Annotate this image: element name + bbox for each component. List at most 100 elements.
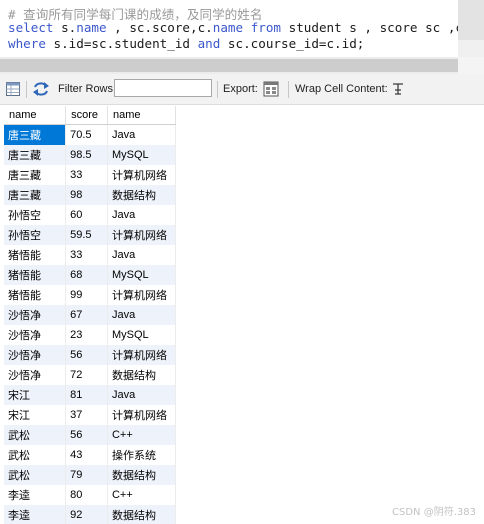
cell-score[interactable]: 37	[65, 405, 108, 425]
cell-course-name[interactable]: 计算机网络	[107, 225, 176, 245]
cell-course-name[interactable]: 数据结构	[107, 505, 176, 524]
cell-course-name[interactable]: Java	[107, 124, 176, 145]
editor-vertical-scrollbar[interactable]	[458, 0, 484, 57]
table-row[interactable]: 唐三藏 98 数据结构	[4, 185, 176, 205]
cell-course-name[interactable]: C++	[107, 485, 176, 505]
cell-score[interactable]: 56	[65, 425, 108, 445]
cell-student-name[interactable]: 宋江	[4, 405, 67, 425]
cell-course-name[interactable]: Java	[107, 385, 176, 405]
sql-function-name: name	[76, 20, 107, 35]
cell-score[interactable]: 70.5	[65, 124, 108, 145]
cell-score[interactable]: 59.5	[65, 225, 108, 245]
cell-score[interactable]: 68	[65, 265, 108, 285]
cell-course-name[interactable]: Java	[107, 245, 176, 265]
table-row[interactable]: 唐三藏 98.5 MySQL	[4, 145, 176, 165]
table-row[interactable]: 武松 56 C++	[4, 425, 176, 445]
cell-score[interactable]: 99	[65, 285, 108, 305]
refresh-icon[interactable]	[32, 74, 50, 104]
cell-score[interactable]: 92	[65, 505, 108, 524]
sql-editor[interactable]: # 查询所有同学每门课的成绩，及同学的姓名 select s.name , sc…	[0, 0, 458, 57]
cell-score[interactable]: 60	[65, 205, 108, 225]
cell-score[interactable]: 33	[65, 245, 108, 265]
cell-course-name[interactable]: 计算机网络	[107, 405, 176, 425]
table-row[interactable]: 武松 43 操作系统	[4, 445, 176, 465]
cell-score[interactable]: 56	[65, 345, 108, 365]
table-row[interactable]: 沙悟净 67 Java	[4, 305, 176, 325]
cell-score[interactable]: 67	[65, 305, 108, 325]
cell-score[interactable]: 33	[65, 165, 108, 185]
result-toolbar: Filter Rows: Export: Wrap Cell Content:	[0, 74, 484, 105]
cell-student-name[interactable]: 沙悟净	[4, 325, 67, 345]
wrap-cell-icon[interactable]	[391, 74, 405, 104]
filter-rows-input[interactable]	[114, 79, 212, 97]
cell-student-name[interactable]: 武松	[4, 445, 67, 465]
table-row[interactable]: 沙悟净 72 数据结构	[4, 365, 176, 385]
export-icon[interactable]	[263, 74, 281, 104]
table-row[interactable]: 李逵 80 C++	[4, 485, 176, 505]
scrollbar-thumb[interactable]	[458, 0, 484, 40]
cell-student-name[interactable]: 武松	[4, 425, 67, 445]
cell-score[interactable]: 98.5	[65, 145, 108, 165]
export-label: Export:	[223, 83, 258, 95]
cell-student-name[interactable]: 武松	[4, 465, 67, 485]
cell-student-name[interactable]: 李逵	[4, 485, 67, 505]
cell-course-name[interactable]: 数据结构	[107, 465, 176, 485]
cell-student-name[interactable]: 孙悟空	[4, 225, 67, 245]
cell-course-name[interactable]: 计算机网络	[107, 285, 176, 305]
cell-course-name[interactable]: MySQL	[107, 145, 176, 165]
column-header-course-name[interactable]: name	[107, 106, 176, 125]
table-row[interactable]: 唐三藏 70.5 Java	[4, 124, 176, 145]
cell-student-name[interactable]: 猪悟能	[4, 285, 67, 305]
editor-horizontal-scrollbar[interactable]	[0, 57, 458, 74]
table-row[interactable]: 猪悟能 68 MySQL	[4, 265, 176, 285]
cell-score[interactable]: 79	[65, 465, 108, 485]
table-row[interactable]: 孙悟空 60 Java	[4, 205, 176, 225]
cell-student-name[interactable]: 李逵	[4, 505, 67, 524]
table-row[interactable]: 沙悟净 56 计算机网络	[4, 345, 176, 365]
column-header-name[interactable]: name	[4, 106, 67, 125]
scrollbar-thumb[interactable]	[0, 59, 458, 72]
cell-course-name[interactable]: 操作系统	[107, 445, 176, 465]
cell-course-name[interactable]: C++	[107, 425, 176, 445]
cell-course-name[interactable]: MySQL	[107, 325, 176, 345]
column-header-score[interactable]: score	[65, 106, 108, 125]
cell-course-name[interactable]: MySQL	[107, 265, 176, 285]
table-row[interactable]: 宋江 37 计算机网络	[4, 405, 176, 425]
table-row[interactable]: 李逵 92 数据结构	[4, 505, 176, 524]
cell-score[interactable]: 43	[65, 445, 108, 465]
cell-score[interactable]: 80	[65, 485, 108, 505]
cell-student-name[interactable]: 唐三藏	[4, 185, 67, 205]
cell-course-name[interactable]: Java	[107, 305, 176, 325]
cell-student-name[interactable]: 唐三藏	[4, 145, 67, 165]
cell-student-name[interactable]: 猪悟能	[4, 265, 67, 285]
result-grid-icon[interactable]	[6, 74, 20, 104]
table-row[interactable]: 武松 79 数据结构	[4, 465, 176, 485]
cell-course-name[interactable]: 计算机网络	[107, 345, 176, 365]
table-row[interactable]: 猪悟能 99 计算机网络	[4, 285, 176, 305]
cell-course-name[interactable]: 计算机网络	[107, 165, 176, 185]
cell-course-name[interactable]: 数据结构	[107, 185, 176, 205]
sql-where-line: where s.id=sc.student_id and sc.course_i…	[8, 36, 364, 51]
cell-score[interactable]: 98	[65, 185, 108, 205]
cell-student-name[interactable]: 沙悟净	[4, 345, 67, 365]
cell-score[interactable]: 23	[65, 325, 108, 345]
cell-score[interactable]: 72	[65, 365, 108, 385]
cell-course-name[interactable]: 数据结构	[107, 365, 176, 385]
cell-student-name[interactable]: 宋江	[4, 385, 67, 405]
wrap-cell-content-label: Wrap Cell Content:	[295, 83, 388, 95]
cell-student-name[interactable]: 猪悟能	[4, 245, 67, 265]
cell-student-name[interactable]: 沙悟净	[4, 305, 67, 325]
cell-course-name[interactable]: Java	[107, 205, 176, 225]
result-grid[interactable]: name score name 唐三藏 70.5 Java 唐三藏 98.5 MySQL 唐…	[4, 106, 176, 524]
cell-score[interactable]: 81	[65, 385, 108, 405]
cell-student-name[interactable]: 唐三藏	[4, 165, 67, 185]
table-row[interactable]: 沙悟净 23 MySQL	[4, 325, 176, 345]
sql-keyword-where: where	[8, 36, 46, 51]
table-row[interactable]: 猪悟能 33 Java	[4, 245, 176, 265]
table-row[interactable]: 孙悟空 59.5 计算机网络	[4, 225, 176, 245]
cell-student-name[interactable]: 沙悟净	[4, 365, 67, 385]
cell-student-name[interactable]: 孙悟空	[4, 205, 67, 225]
cell-student-name[interactable]: 唐三藏	[4, 124, 67, 145]
table-row[interactable]: 唐三藏 33 计算机网络	[4, 165, 176, 185]
table-row[interactable]: 宋江 81 Java	[4, 385, 176, 405]
